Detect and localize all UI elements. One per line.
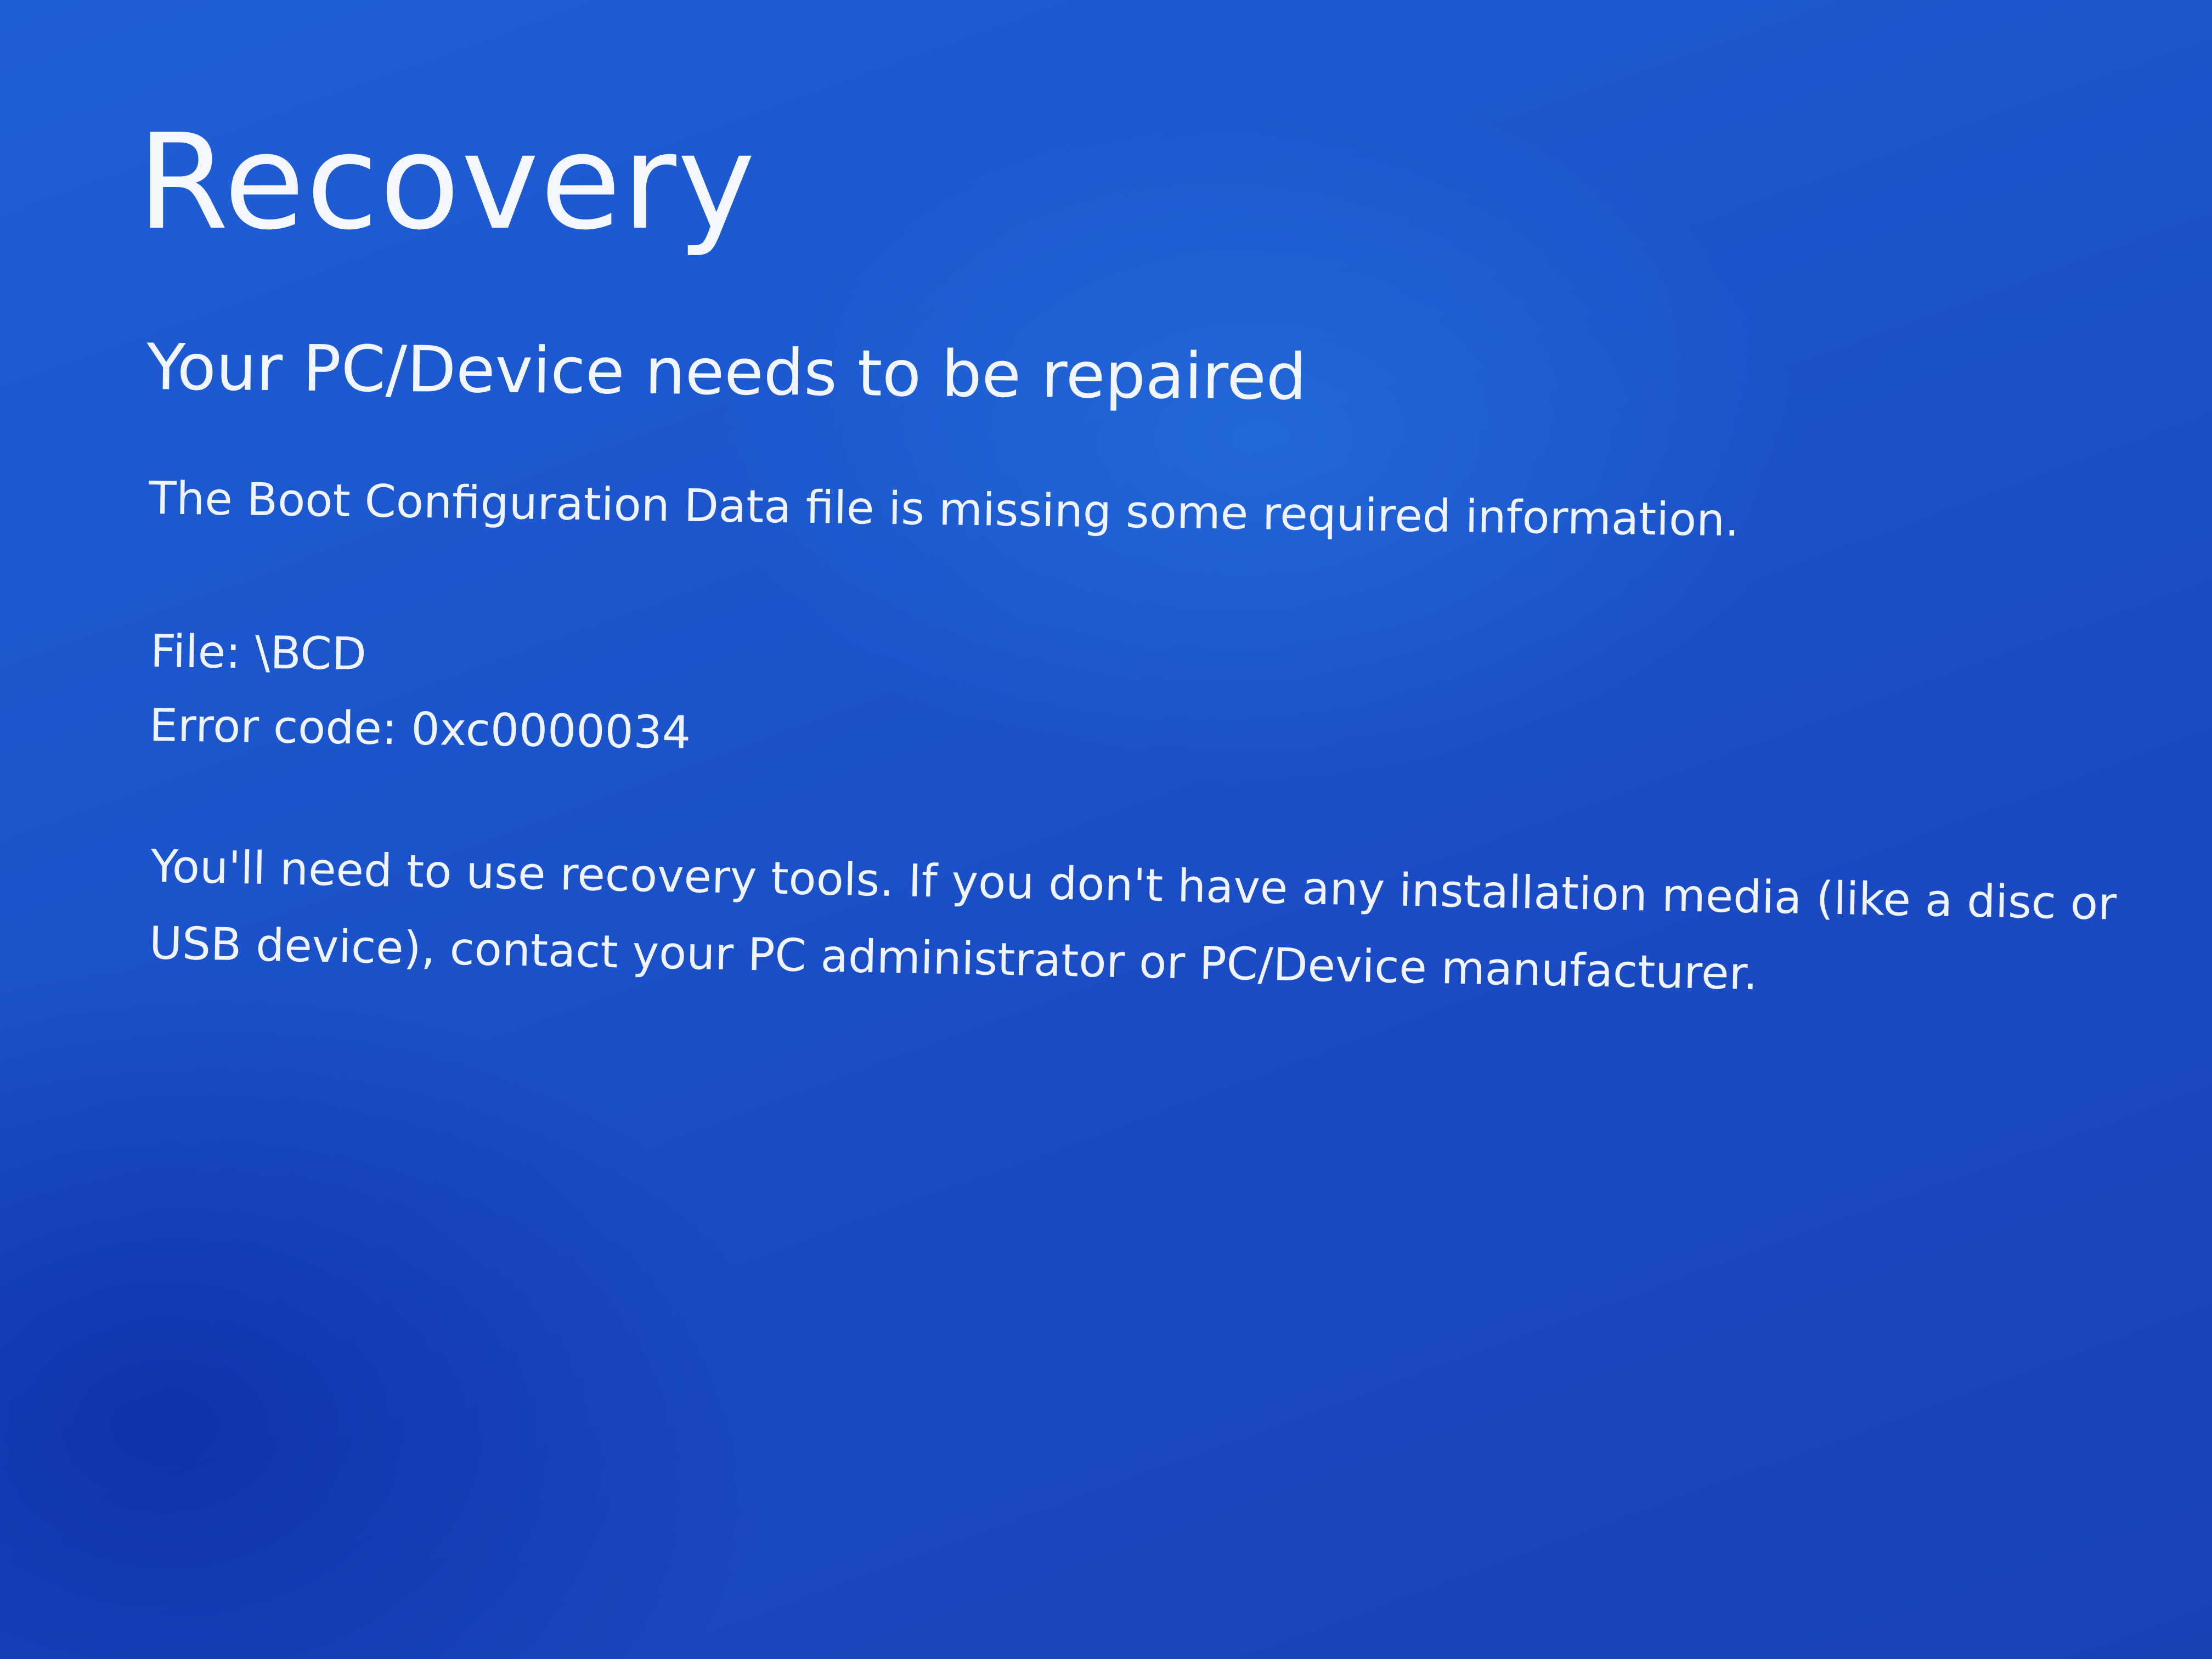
recovery-screen: Recovery Your PC/Device needs to be repa… <box>0 0 2212 1659</box>
recovery-advice: You'll need to use recovery tools. If yo… <box>149 828 2181 1021</box>
error-details: File: \BCD Error code: 0xc0000034 <box>149 614 692 770</box>
file-path-text: File: \BCD <box>150 625 367 681</box>
error-message: The Boot Configuration Data file is miss… <box>148 472 1740 547</box>
page-title: Recovery <box>137 105 757 259</box>
error-heading: Your PC/Device needs to be repaired <box>146 330 1307 415</box>
error-code-text: Error code: 0xc0000034 <box>149 699 691 759</box>
